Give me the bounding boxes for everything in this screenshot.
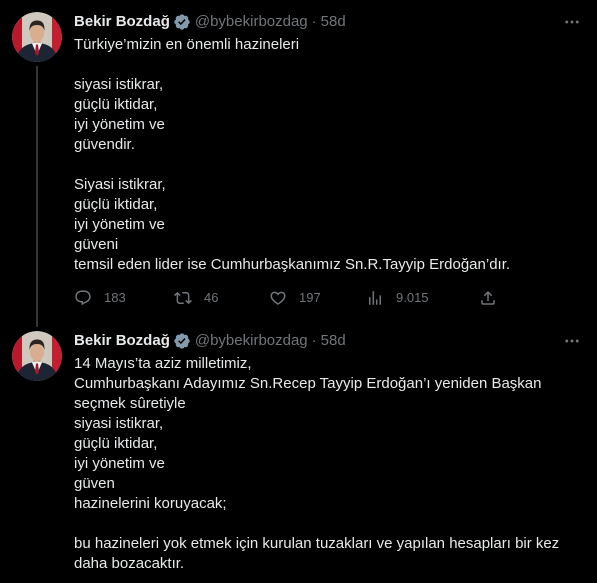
views-button[interactable]: 9.015 [366, 286, 429, 310]
share-icon [481, 290, 495, 305]
text-line: 14 Mayıs’ta aziz milletimiz, [74, 355, 252, 372]
tweet-actions: 183 46 197 9.015 [74, 286, 581, 310]
author-name[interactable]: Bekir Bozdağ [74, 12, 170, 32]
text-line: daha bozacaktır. [74, 555, 185, 572]
text-line: iyi yönetim ve [74, 455, 165, 472]
text-line: siyasi istikrar, [74, 76, 164, 93]
text-line: güveni [74, 236, 119, 253]
text-line: hazinelerini koruyacak; [74, 495, 227, 512]
author-handle[interactable]: @bybekirbozdag [195, 12, 308, 32]
tweet-paragraph: siyasi istikrar, güçlü iktidar, iyi yöne… [74, 75, 581, 155]
verified-badge-icon[interactable] [173, 13, 191, 31]
text-line: Siyasi istikrar, [74, 176, 166, 193]
like-count: 197 [299, 290, 321, 305]
reply-count: 183 [104, 290, 126, 305]
tweet[interactable]: Bekir Bozdağ @bybekirbozdag · 58d 14 May… [0, 319, 597, 583]
like-button[interactable]: 197 [269, 286, 321, 310]
tweet-paragraph: 14 Mayıs’ta aziz milletimiz, Cumhurbaşka… [74, 354, 581, 514]
more-horizontal-icon [565, 20, 579, 24]
verified-badge-icon [174, 14, 190, 30]
tweet-header: Bekir Bozdağ @bybekirbozdag · 58d [74, 331, 581, 351]
author-handle[interactable]: @bybekirbozdag [195, 331, 308, 351]
author-name[interactable]: Bekir Bozdağ [74, 331, 170, 351]
tweet-paragraph: bu hazineleri yok etmek için kurulan tuz… [74, 534, 581, 574]
tweet[interactable]: Bekir Bozdağ @bybekirbozdag · 58d Türkiy… [0, 0, 597, 319]
tweet-timestamp[interactable]: 58d [321, 12, 346, 32]
more-options-button[interactable] [563, 13, 581, 31]
text-line: temsil eden lider ise Cumhurbaşkanımız S… [74, 256, 511, 273]
retweet-button[interactable]: 46 [174, 286, 218, 310]
verified-badge-icon[interactable] [173, 332, 191, 350]
separator-dot: · [311, 13, 317, 30]
text-line: güvendir. [74, 136, 135, 153]
verified-badge-icon [174, 333, 190, 349]
retweet-count: 46 [204, 290, 219, 305]
text-line: güven [74, 475, 115, 492]
heart-icon [270, 291, 286, 305]
tweet-text: Türkiye’mizin en önemli hazineleri siyas… [74, 35, 581, 275]
retweet-icon [174, 291, 192, 305]
text-line: seçmek sûretiyle [74, 395, 186, 412]
text-line: güçlü iktidar, [74, 96, 158, 113]
avatar[interactable] [12, 331, 62, 381]
conversation-thread: Bekir Bozdağ @bybekirbozdag · 58d Türkiy… [0, 0, 597, 583]
text-line: güçlü iktidar, [74, 196, 158, 213]
tweet-paragraph: Türkiye’mizin en önemli hazineleri [74, 35, 581, 55]
more-horizontal-icon [565, 339, 579, 343]
text-line: güçlü iktidar, [74, 435, 158, 452]
more-options-button[interactable] [563, 332, 581, 350]
text-line: siyasi istikrar, [74, 415, 164, 432]
reply-button[interactable]: 183 [74, 286, 126, 310]
text-line: iyi yönetim ve [74, 216, 165, 233]
views-count: 9.015 [396, 290, 429, 305]
text-line: Cumhurbaşkanı Adayımız Sn.Recep Tayyip E… [74, 375, 542, 392]
reply-icon [75, 290, 91, 306]
profile-photo [12, 331, 62, 381]
share-button[interactable] [479, 286, 497, 310]
text-line: bu hazineleri yok etmek için kurulan tuz… [74, 535, 560, 552]
profile-photo [12, 12, 62, 62]
tweet-timestamp[interactable]: 58d [321, 331, 346, 351]
separator-dot: · [311, 332, 317, 349]
tweet-header: Bekir Bozdağ @bybekirbozdag · 58d [74, 12, 581, 32]
tweet-paragraph: Siyasi istikrar, güçlü iktidar, iyi yöne… [74, 175, 581, 275]
text-line: iyi yönetim ve [74, 116, 165, 133]
tweet-text: 14 Mayıs’ta aziz milletimiz, Cumhurbaşka… [74, 354, 581, 574]
text-line: Türkiye’mizin en önemli hazineleri [74, 36, 300, 53]
views-chart-icon [369, 291, 381, 305]
avatar[interactable] [12, 12, 62, 62]
